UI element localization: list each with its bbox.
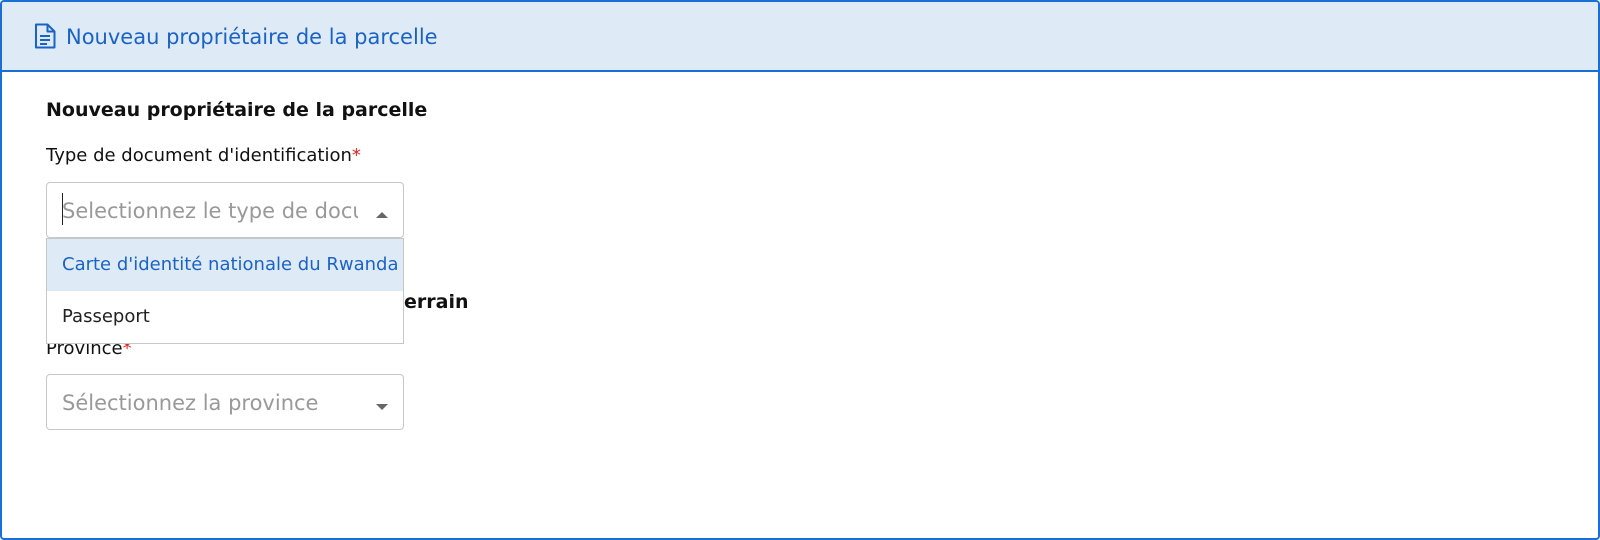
- section-title: Nouveau propriétaire de la parcelle: [46, 99, 428, 121]
- required-mark: *: [351, 145, 361, 166]
- land-section-heading-visible-text: errain: [404, 291, 469, 313]
- chevron-up-icon[interactable]: [375, 205, 389, 218]
- option-rwanda-national-id[interactable]: Carte d'identité nationale du Rwanda: [47, 239, 403, 291]
- document-type-label: Type de document d'identification*: [46, 143, 361, 169]
- option-passport[interactable]: Passeport: [47, 291, 403, 343]
- form-panel: Nouveau propriétaire de la parcelle Nouv…: [0, 0, 1600, 540]
- chevron-down-icon[interactable]: [375, 397, 389, 410]
- document-type-input[interactable]: Selectionnez le type de document: [62, 196, 358, 226]
- document-icon: [34, 23, 56, 49]
- document-type-select[interactable]: Selectionnez le type de document: [46, 182, 404, 238]
- province-select[interactable]: Sélectionnez la province: [46, 374, 404, 430]
- province-input[interactable]: Sélectionnez la province: [62, 388, 358, 418]
- panel-header: Nouveau propriétaire de la parcelle: [2, 2, 1598, 72]
- document-type-label-text: Type de document d'identification: [46, 145, 352, 166]
- document-type-dropdown: Carte d'identité nationale du Rwanda Pas…: [46, 238, 404, 344]
- panel-title: Nouveau propriétaire de la parcelle: [66, 25, 438, 49]
